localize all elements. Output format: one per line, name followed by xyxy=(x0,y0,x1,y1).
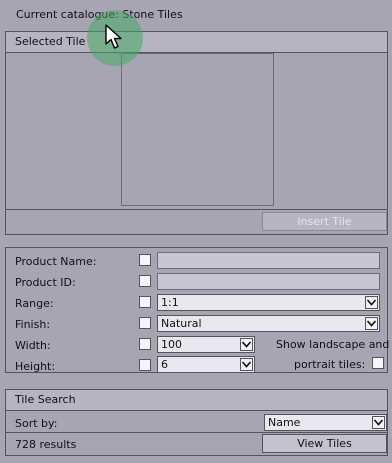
chevron-down-icon[interactable] xyxy=(365,317,378,330)
sort-by-label: Sort by: xyxy=(15,417,58,430)
chevron-down-icon[interactable] xyxy=(240,358,253,371)
tile-search-panel: Tile Search Sort by: Name 728 results Vi… xyxy=(5,389,388,456)
chevron-down-icon[interactable] xyxy=(365,296,378,309)
finish-checkbox[interactable] xyxy=(139,317,151,329)
tile-preview xyxy=(121,53,274,206)
selected-tile-panel: Selected Tile Insert Tile xyxy=(5,31,388,235)
width-checkbox[interactable] xyxy=(139,338,151,350)
range-checkbox[interactable] xyxy=(139,296,151,308)
show-landscape-portrait-checkbox[interactable] xyxy=(372,357,384,369)
view-tiles-button[interactable]: View Tiles xyxy=(262,434,387,453)
product-id-field[interactable] xyxy=(157,273,380,290)
insert-tile-button[interactable]: Insert Tile xyxy=(262,212,387,231)
search-divider xyxy=(6,432,387,433)
selected-tile-title: Selected Tile xyxy=(15,35,86,48)
mouse-pointer-icon xyxy=(105,24,122,49)
finish-value: Natural xyxy=(161,317,202,330)
tile-search-title: Tile Search xyxy=(15,393,76,406)
show-tiles-label-line1: Show landscape and xyxy=(276,338,390,351)
width-value: 100 xyxy=(161,338,182,351)
selected-tile-header: Selected Tile xyxy=(6,32,387,53)
height-checkbox[interactable] xyxy=(139,359,151,371)
finish-label: Finish: xyxy=(15,318,51,331)
height-value: 6 xyxy=(161,358,168,371)
tile-search-header: Tile Search xyxy=(6,390,387,411)
product-id-label: Product ID: xyxy=(15,276,76,289)
height-label: Height: xyxy=(15,360,56,373)
product-name-checkbox[interactable] xyxy=(139,254,151,266)
range-label: Range: xyxy=(15,297,54,310)
show-tiles-label-line2: portrait tiles: xyxy=(294,358,366,371)
sort-by-select[interactable]: Name xyxy=(264,414,387,431)
preview-divider xyxy=(6,209,387,210)
sort-by-value: Name xyxy=(268,416,301,429)
height-select[interactable]: 6 xyxy=(157,356,255,373)
tile-properties-panel: Product Name: Product ID: Range: 1:1 Fin… xyxy=(5,247,390,373)
results-count: 728 results xyxy=(15,438,77,451)
range-value: 1:1 xyxy=(161,296,179,309)
width-select[interactable]: 100 xyxy=(157,336,255,353)
product-name-field[interactable] xyxy=(157,252,380,269)
range-select[interactable]: 1:1 xyxy=(157,294,380,311)
chevron-down-icon[interactable] xyxy=(372,416,385,429)
product-name-label: Product Name: xyxy=(15,255,97,268)
chevron-down-icon[interactable] xyxy=(240,338,253,351)
finish-select[interactable]: Natural xyxy=(157,315,380,332)
width-label: Width: xyxy=(15,339,51,352)
product-id-checkbox[interactable] xyxy=(139,275,151,287)
